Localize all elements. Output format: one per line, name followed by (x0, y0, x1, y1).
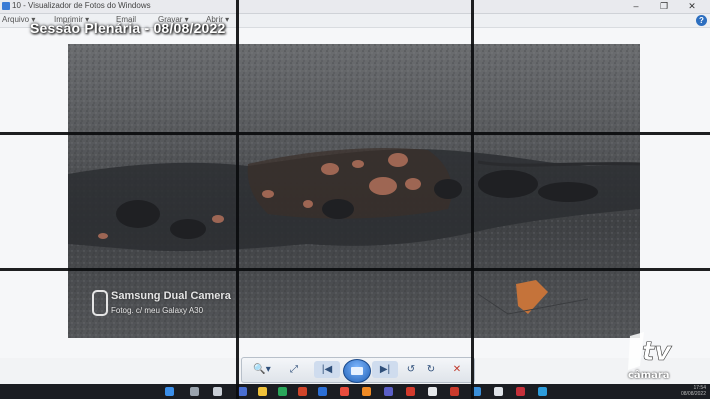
zoom-button[interactable]: 🔍▾ (250, 361, 274, 378)
video-wall-seam (236, 0, 239, 399)
app-icon-9[interactable] (538, 387, 547, 396)
logo-text: câmara (628, 370, 670, 381)
task-view-icon[interactable] (213, 387, 222, 396)
slideshow-icon (351, 367, 363, 375)
clock-date: 08/08/2022 (680, 391, 706, 397)
chrome-icon[interactable] (340, 387, 349, 396)
svg-text:tv: tv (642, 337, 672, 367)
app-icon-5[interactable] (450, 387, 459, 396)
file-explorer-icon[interactable] (258, 387, 267, 396)
app-icon-3[interactable] (406, 387, 415, 396)
maximize-button[interactable]: ❐ (650, 0, 678, 13)
close-button[interactable]: ✕ (678, 0, 706, 13)
tv-camara-logo: tv câmara (620, 330, 686, 382)
viewer-toolbar: 🔍▾ ⤢ |◀ ▶| ↺ ↻ ✕ (241, 357, 475, 383)
fit-button[interactable]: ⤢ (286, 361, 302, 378)
tv-logo-icon: tv (628, 332, 673, 370)
excel-icon[interactable] (278, 387, 287, 396)
help-icon[interactable]: ? (696, 15, 707, 26)
rotate-left-button[interactable]: ↺ (404, 361, 418, 378)
camera-lens-icon (92, 290, 108, 316)
teams-icon[interactable] (384, 387, 393, 396)
minimize-button[interactable]: – (622, 0, 650, 13)
video-wall-seam (0, 268, 710, 271)
watermark-camera-text: Samsung Dual Camera (111, 290, 231, 302)
word-icon[interactable] (318, 387, 327, 396)
app-icon-4[interactable] (428, 387, 437, 396)
window-controls: – ❐ ✕ (622, 0, 706, 13)
photo-viewer-icon (2, 2, 10, 10)
delete-button[interactable]: ✕ (450, 361, 464, 378)
powerpoint-icon[interactable] (298, 387, 307, 396)
app-icon-7[interactable] (494, 387, 503, 396)
monitor-screen: 10 - Visualizador de Fotos do Windows – … (0, 0, 710, 399)
app-icon-8[interactable] (516, 387, 525, 396)
session-title-overlay: Sessão Plenária - 08/08/2022 (30, 20, 226, 36)
rotate-right-button[interactable]: ↻ (424, 361, 438, 378)
app-icon-1[interactable] (238, 387, 247, 396)
previous-button[interactable]: |◀ (314, 361, 340, 378)
search-icon[interactable] (190, 387, 199, 396)
next-button[interactable]: ▶| (372, 361, 398, 378)
slideshow-button[interactable] (343, 359, 371, 383)
title-bar: 10 - Visualizador de Fotos do Windows – … (0, 0, 710, 14)
watermark-sub-text: Fotog. c/ meu Galaxy A30 (111, 306, 204, 315)
system-tray-clock[interactable]: 17:54 08/08/2022 (681, 385, 706, 397)
windows-taskbar: 17:54 08/08/2022 (0, 384, 710, 399)
video-wall-seam (471, 0, 474, 399)
window-title: 10 - Visualizador de Fotos do Windows (12, 1, 151, 10)
app-icon-2[interactable] (362, 387, 371, 396)
video-wall-seam (0, 132, 710, 135)
start-icon[interactable] (165, 387, 174, 396)
